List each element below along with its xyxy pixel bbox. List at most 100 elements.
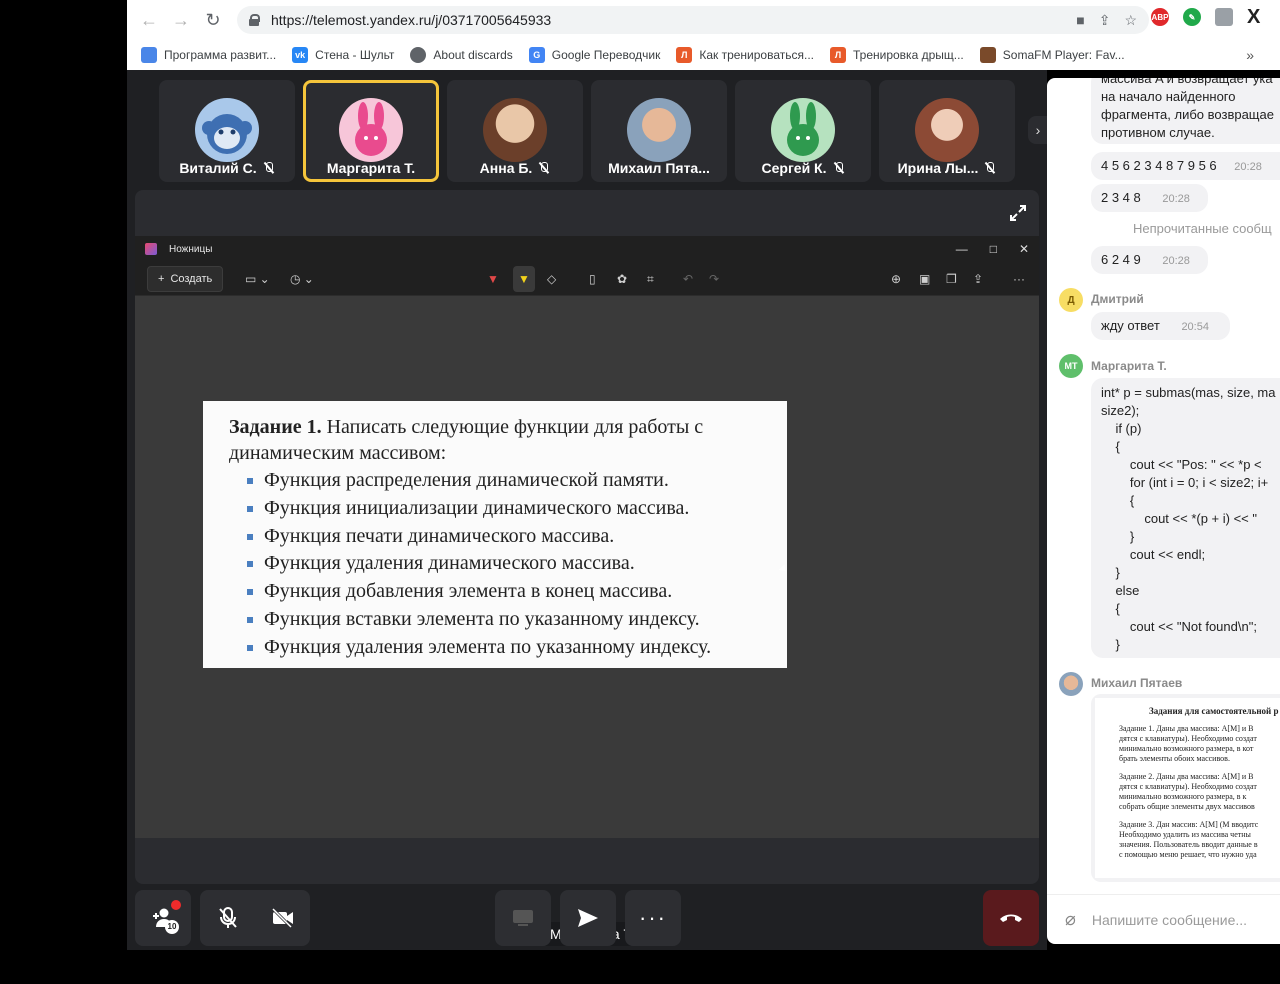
share-icon: ⇪ xyxy=(973,272,984,286)
attach-icon[interactable]: ⌀ xyxy=(1065,909,1076,930)
mic-off-icon xyxy=(984,162,996,174)
image-attachment[interactable]: Задания для самостоятельной р Задание 1.… xyxy=(1091,694,1280,882)
list-item: Функция печати динамического массива. xyxy=(247,523,763,551)
screen-share-icon xyxy=(513,910,533,926)
url-text[interactable]: https://telemost.yandex.ru/j/03717005645… xyxy=(271,12,551,28)
avatar xyxy=(1059,672,1083,696)
camera-off-button[interactable] xyxy=(255,908,310,928)
ruler-icon: ▯ xyxy=(589,272,596,286)
shield-icon[interactable] xyxy=(1215,8,1233,26)
participant-tile[interactable]: Сергей К. xyxy=(735,80,871,182)
pen-icon: ▼ xyxy=(487,272,499,286)
stage-header xyxy=(135,190,1039,236)
send-icon xyxy=(578,909,598,927)
bookmark-item[interactable]: SomaFM Player: Fav... xyxy=(979,47,1125,63)
eraser-icon: ◇ xyxy=(547,272,557,286)
participants-count: 10 xyxy=(165,920,179,934)
chat-message: 2 3 4 8 20:28 xyxy=(1091,184,1208,212)
media-controls xyxy=(200,890,310,946)
list-item: Функция удаления динамического массива. xyxy=(247,550,763,578)
maximize-icon: □ xyxy=(989,242,997,256)
bunny-icon xyxy=(339,98,403,162)
task-list: Функция распределения динамической памят… xyxy=(229,467,763,662)
bookmarks-bar: Программа развит... vk Стена - Шульт Abou… xyxy=(127,40,1280,70)
sender-name: Маргарита Т. xyxy=(1091,359,1167,373)
participant-name: Ирина Лы... xyxy=(897,160,979,176)
soma-icon xyxy=(979,47,996,63)
more-bookmarks-icon[interactable]: » xyxy=(1246,47,1254,63)
browser-window: ← → ↻ https://telemost.yandex.ru/j/03717… xyxy=(127,0,1280,70)
back-icon[interactable]: ← xyxy=(133,4,165,36)
more-options-button[interactable]: ··· xyxy=(625,890,681,946)
chat-panel: массива A и возвращает ука на начало най… xyxy=(1047,78,1280,944)
screen: ← → ↻ https://telemost.yandex.ru/j/03717… xyxy=(0,0,1280,984)
mic-off-icon xyxy=(263,162,275,174)
participant-name: Михаил Пята... xyxy=(608,160,710,176)
participant-name: Сергей К. xyxy=(761,160,827,176)
bookmark-item[interactable]: vk Стена - Шульт xyxy=(292,47,394,63)
extensions: ABP ✎ X xyxy=(1151,7,1260,27)
task-text: Задание 1. Написать следующие функции дл… xyxy=(229,416,704,464)
translate-icon: G xyxy=(528,47,545,63)
avatar: МТ xyxy=(1059,354,1083,378)
leaf-icon xyxy=(141,47,157,63)
chat-message: 6 2 4 9 20:28 xyxy=(1091,246,1208,274)
snip-titlebar: Ножницы — □ ✕ xyxy=(135,236,1039,262)
avatar: Д xyxy=(1059,288,1083,312)
send-reaction-button[interactable] xyxy=(560,890,616,946)
participant-tile-active[interactable]: Маргарита Т. xyxy=(303,80,439,182)
evernote-icon[interactable]: ✎ xyxy=(1183,8,1201,26)
participant-tile[interactable]: Виталий С. xyxy=(159,80,295,182)
code-message: int* p = submas(mas, size, ma size2); if… xyxy=(1091,378,1280,658)
close-icon[interactable]: X xyxy=(1247,7,1260,27)
bookmark-item[interactable]: About discards xyxy=(410,47,513,63)
address-row: ← → ↻ https://telemost.yandex.ru/j/03717… xyxy=(127,0,1280,40)
list-item: Функция вставки элемента по указанному и… xyxy=(247,606,763,634)
participant-tile[interactable]: Михаил Пята... xyxy=(591,80,727,182)
message-input[interactable]: Напишите сообщение... xyxy=(1092,912,1247,928)
sender-name: Михаил Пятаев xyxy=(1091,676,1183,690)
sender-name: Дмитрий xyxy=(1091,292,1144,306)
bookmark-item[interactable]: Л Как тренироваться... xyxy=(676,47,814,63)
create-button: + Создать xyxy=(147,266,224,292)
notification-dot xyxy=(171,900,181,910)
list-item: Функция распределения динамической памят… xyxy=(247,467,763,495)
slide: Задание 1. Написать следующие функции дл… xyxy=(203,401,787,668)
snip-mode-icon: ▭ ⌄ xyxy=(245,272,270,286)
bookmark-item[interactable]: Программа развит... xyxy=(141,47,276,63)
share-icon[interactable]: ⇪ xyxy=(1099,12,1111,29)
mic-off-icon xyxy=(538,162,550,174)
expand-icon[interactable] xyxy=(1009,204,1027,222)
unread-divider: Непрочитанные сообщ xyxy=(1133,221,1272,236)
next-participants-button[interactable]: › xyxy=(1028,116,1048,144)
forward-icon[interactable]: → xyxy=(165,4,197,36)
touch-write-icon: ✿ xyxy=(617,272,628,286)
chat-input-bar: ⌀ Напишите сообщение... xyxy=(1047,894,1280,944)
snip-toolbar: + Создать ▭ ⌄ ◷ ⌄ ▼ ▼ ◇ ▯ ✿ ⌗ ↶ ↷ ⊕ ▣ ❐ ⇪… xyxy=(135,262,1039,296)
zoom-icon: ⊕ xyxy=(891,272,902,286)
participant-tile[interactable]: Анна Б. xyxy=(447,80,583,182)
participants-button[interactable]: 10 xyxy=(135,890,191,946)
mic-off-button[interactable] xyxy=(200,906,255,930)
participant-tile[interactable]: Ирина Лы... xyxy=(879,80,1015,182)
globe-icon xyxy=(410,47,427,63)
camera-blocked-icon[interactable]: ■ xyxy=(1076,12,1084,28)
save-icon: ▣ xyxy=(919,272,931,286)
copy-icon: ❐ xyxy=(946,272,957,286)
video-call-area: Виталий С. Маргарита Т. Анна Б. Михаил П… xyxy=(127,70,1048,950)
screen-share: Ножницы — □ ✕ + Создать ▭ ⌄ ◷ ⌄ ▼ ▼ ◇ ▯ ✿… xyxy=(135,236,1039,838)
participants-strip: Виталий С. Маргарита Т. Анна Б. Михаил П… xyxy=(159,80,1015,182)
mic-off-icon xyxy=(218,907,237,928)
bookmark-item[interactable]: Л Тренировка дрыщ... xyxy=(830,47,964,63)
phone-hangup-icon xyxy=(1000,914,1022,922)
bookmark-star-icon[interactable]: ☆ xyxy=(1124,12,1137,29)
hang-up-button[interactable] xyxy=(983,890,1039,946)
list-item: Функция добавления элемента в конец масс… xyxy=(247,578,763,606)
reload-icon[interactable]: ↻ xyxy=(197,4,229,36)
adblock-icon[interactable]: ABP xyxy=(1151,8,1169,26)
bookmark-item[interactable]: G Google Переводчик xyxy=(528,47,660,63)
lock-icon[interactable] xyxy=(249,14,260,26)
avatar xyxy=(627,98,691,162)
address-bar[interactable]: https://telemost.yandex.ru/j/03717005645… xyxy=(237,6,1149,34)
screen-share-button[interactable] xyxy=(495,890,551,946)
